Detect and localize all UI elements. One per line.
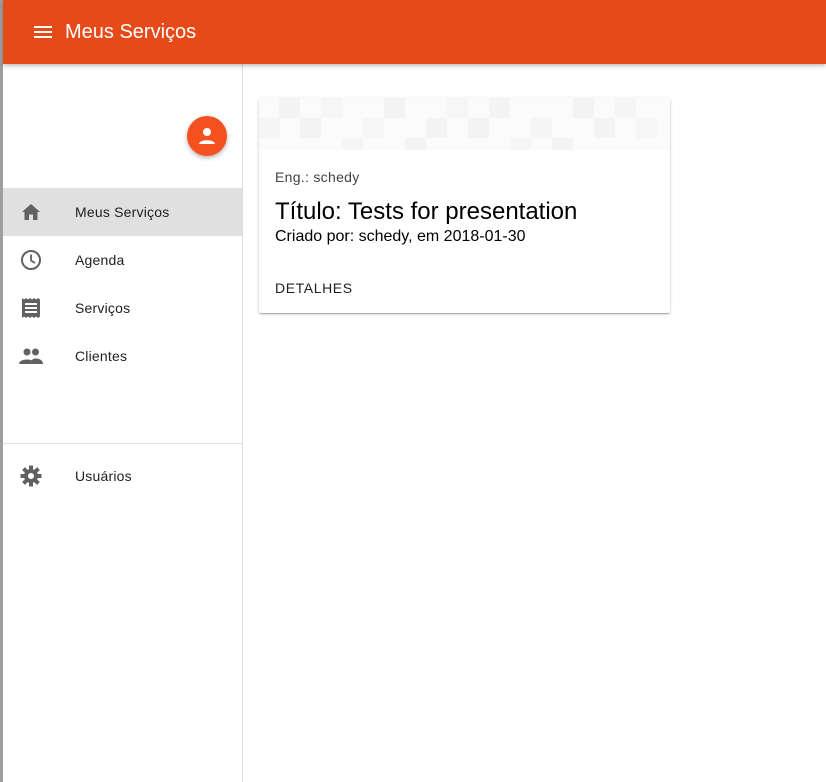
nav-drawer: Meus Serviços Agenda Serviços Clientes U… bbox=[3, 64, 243, 782]
sidebar-item-usuarios[interactable]: Usuários bbox=[3, 452, 242, 500]
people-icon bbox=[19, 344, 43, 368]
gear-icon bbox=[19, 464, 43, 488]
receipt-icon bbox=[19, 296, 43, 320]
sidebar-item-agenda[interactable]: Agenda bbox=[3, 236, 242, 284]
home-icon bbox=[19, 200, 43, 224]
service-card: Eng.: schedy Título: Tests for presentat… bbox=[259, 98, 670, 313]
details-button[interactable]: DETALHES bbox=[267, 270, 361, 306]
clock-icon bbox=[19, 248, 43, 272]
app-root: Meus Serviços Meus Serviços Agenda Servi… bbox=[0, 0, 826, 782]
sidebar-item-meus-servicos[interactable]: Meus Serviços bbox=[3, 188, 242, 236]
card-engineer: Eng.: schedy bbox=[275, 169, 360, 185]
sidebar-item-servicos[interactable]: Serviços bbox=[3, 284, 242, 332]
card-subtitle: Criado por: schedy, em 2018-01-30 bbox=[275, 228, 526, 245]
card-title: Título: Tests for presentation bbox=[275, 198, 578, 225]
app-toolbar: Meus Serviços bbox=[3, 0, 826, 64]
sidebar-item-label: Agenda bbox=[75, 252, 125, 268]
sidebar-item-label: Meus Serviços bbox=[75, 204, 170, 220]
sidebar-item-label: Usuários bbox=[75, 468, 132, 484]
page-title: Meus Serviços bbox=[65, 21, 197, 43]
account-icon bbox=[199, 128, 215, 144]
drawer-divider bbox=[3, 443, 242, 444]
menu-icon[interactable] bbox=[31, 20, 55, 44]
sidebar-item-clientes[interactable]: Clientes bbox=[3, 332, 242, 380]
sidebar-item-label: Clientes bbox=[75, 348, 128, 364]
sidebar-item-label: Serviços bbox=[75, 300, 131, 316]
avatar-button[interactable] bbox=[187, 116, 227, 156]
card-media-placeholder bbox=[259, 98, 670, 150]
